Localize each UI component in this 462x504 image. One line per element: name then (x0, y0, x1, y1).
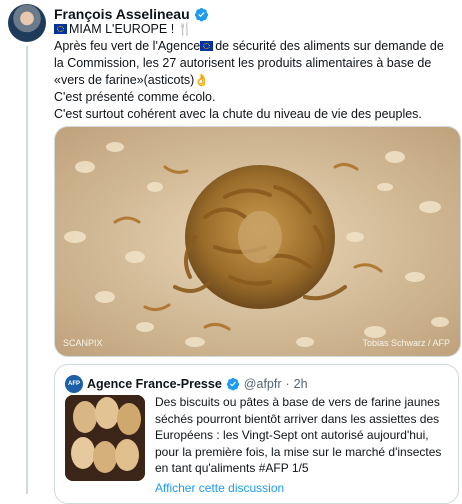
show-thread-link[interactable]: Afficher cette discussion (155, 481, 284, 495)
tweet-line-2a: Après feu vert de l'Agence (54, 39, 201, 53)
author-avatar[interactable] (8, 4, 46, 42)
separator-dot: · (285, 377, 290, 391)
biscuits-photo (65, 395, 145, 481)
tweet-line-3: C'est présenté comme écolo. (54, 90, 216, 104)
photo-credit-right: Tobias Schwarz / AFP (362, 338, 450, 348)
tweet-header: François Asselineau (54, 6, 209, 22)
ok-hand-icon: 👌 (194, 73, 210, 87)
tweet-line-4: C'est surtout cohérent avec la chute du … (54, 107, 422, 121)
tweet[interactable]: François Asselineau MIAM L'EUROPE ! 🍴 Ap… (0, 0, 462, 504)
afp-logo: AFP (65, 375, 83, 393)
photo-credit-left: SCANPIX (63, 338, 103, 348)
quoted-thumbnail[interactable] (65, 395, 145, 481)
verified-badge-icon (226, 377, 239, 391)
verified-badge-icon (194, 7, 208, 21)
eu-flag-icon (200, 41, 214, 51)
quoted-time[interactable]: 2h (294, 377, 308, 391)
eu-flag-icon (54, 24, 67, 34)
quoted-author-name[interactable]: Agence France-Presse (87, 377, 222, 391)
tweet-text: MIAM L'EUROPE ! 🍴 Après feu vert de l'Ag… (54, 21, 454, 123)
author-name[interactable]: François Asselineau (54, 6, 190, 22)
fork-knife-icon: 🍴 (177, 22, 193, 36)
quoted-tweet[interactable]: AFP Agence France-Presse @afpfr · 2h Des… (54, 364, 459, 504)
mealworms-photo (55, 127, 460, 356)
tweet-line-1: MIAM L'EUROPE ! (69, 22, 175, 36)
quoted-handle[interactable]: @afpfr (244, 377, 282, 391)
thread-line (26, 46, 28, 494)
quoted-tweet-header: AFP Agence France-Presse @afpfr · 2h (65, 375, 308, 393)
tweet-photo[interactable]: SCANPIX Tobias Schwarz / AFP (54, 126, 461, 357)
quoted-text: Des biscuits ou pâtes à base de vers de … (155, 395, 442, 475)
